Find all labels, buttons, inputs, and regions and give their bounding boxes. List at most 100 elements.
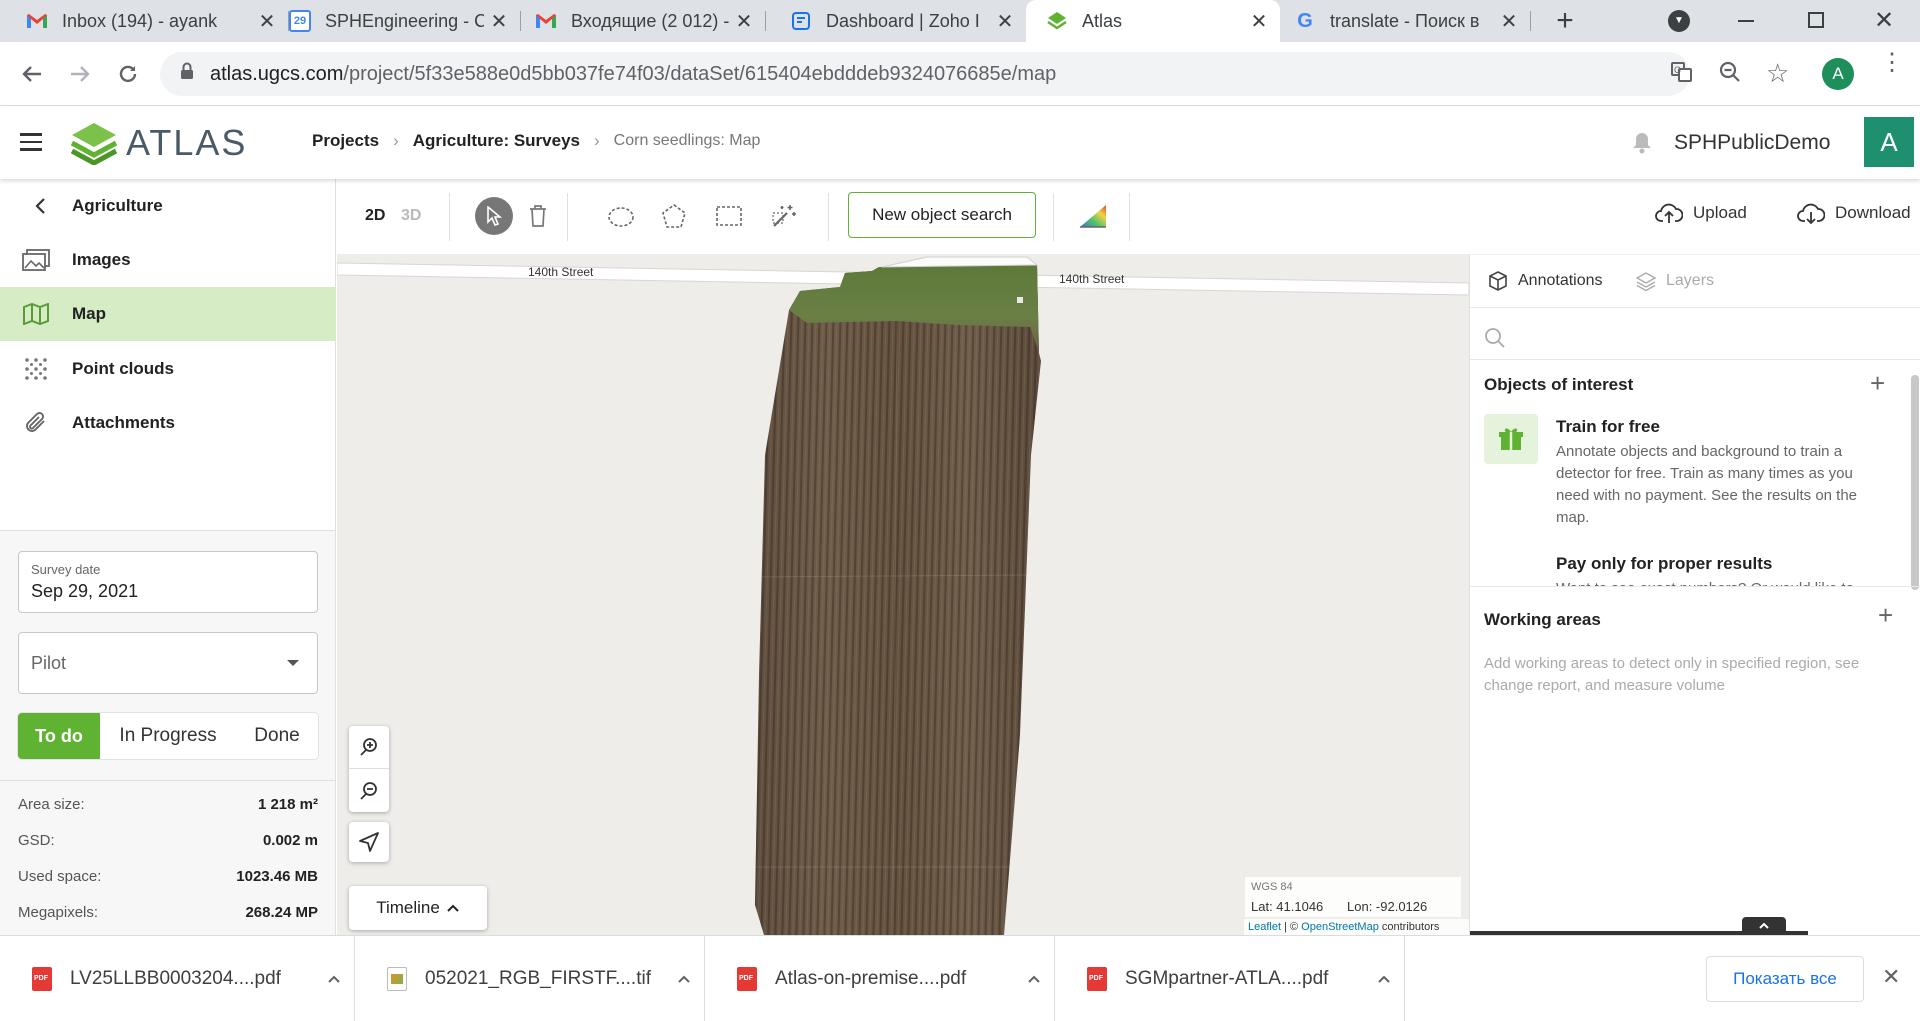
download-item[interactable]: PDF LV25LLBB0003204....pdf xyxy=(0,936,355,1021)
paperclip-icon xyxy=(0,410,72,436)
close-tab-icon[interactable]: ✕ xyxy=(484,9,514,34)
translate-page-icon[interactable]: G xyxy=(1670,60,1694,89)
pilot-select[interactable]: Pilot xyxy=(18,632,318,694)
add-object-plus-icon[interactable]: + xyxy=(1870,368,1885,399)
divider xyxy=(1470,307,1920,308)
chevron-up-icon[interactable] xyxy=(664,968,704,990)
toolbar-divider xyxy=(567,193,568,241)
pdf-file-icon: PDF xyxy=(1087,966,1107,991)
browser-tab-calendar[interactable]: 29 SPHEngineering - C ✕ xyxy=(289,0,520,42)
layers-icon xyxy=(1636,272,1656,291)
close-tab-icon[interactable]: ✕ xyxy=(252,9,282,34)
restore-window-icon[interactable] xyxy=(1808,12,1824,28)
search-icon[interactable] xyxy=(1484,327,1506,354)
tab-search-chevron-icon[interactable]: ▼ xyxy=(1668,10,1690,32)
stat-area-size: Area size: 1 218 m² xyxy=(18,796,318,813)
toolbar-divider xyxy=(828,193,829,241)
account-name[interactable]: SPHPublicDemo xyxy=(1674,131,1830,155)
sidebar-item-map[interactable]: Map xyxy=(0,287,336,341)
atlas-icon xyxy=(1046,10,1068,32)
download-label: Download xyxy=(1835,203,1911,222)
zoom-in-icon[interactable] xyxy=(349,726,389,769)
bell-icon[interactable] xyxy=(1632,131,1652,160)
leaflet-link[interactable]: Leaflet xyxy=(1248,921,1281,933)
upload-button[interactable]: Upload xyxy=(1655,201,1747,225)
cloud-download-icon xyxy=(1797,203,1825,225)
select-pointer-icon[interactable] xyxy=(475,197,513,235)
status-todo-button[interactable]: To do xyxy=(18,713,100,759)
panel-scrollbar[interactable] xyxy=(1911,375,1919,590)
stat-label: GSD: xyxy=(18,832,55,849)
close-tab-icon[interactable]: ✕ xyxy=(1494,9,1524,34)
tab-annotations[interactable]: Annotations xyxy=(1488,271,1603,291)
status-in-progress-button[interactable]: In Progress xyxy=(100,713,236,759)
browser-tab-gmail-inbox-ru[interactable]: Входящие (2 012) - ✕ xyxy=(521,0,765,42)
browser-tab-gmail-inbox[interactable]: Inbox (194) - ayank ✕ xyxy=(0,0,288,42)
close-window-icon[interactable]: ✕ xyxy=(1874,6,1894,35)
timeline-button[interactable]: Timeline xyxy=(349,886,487,930)
mode-2d-button[interactable]: 2D xyxy=(365,207,385,225)
sidebar-item-point-clouds[interactable]: Point clouds xyxy=(0,342,336,396)
zoom-out-page-icon[interactable] xyxy=(1718,60,1742,89)
openstreetmap-link[interactable]: OpenStreetMap xyxy=(1301,921,1379,933)
chevron-up-icon[interactable] xyxy=(1364,968,1404,990)
tab-layers[interactable]: Layers xyxy=(1636,271,1714,291)
close-downloads-icon[interactable]: ✕ xyxy=(1882,964,1900,990)
locate-navigation-icon[interactable] xyxy=(349,822,389,862)
drawer-chevron-up-icon[interactable] xyxy=(1742,917,1786,935)
reload-icon[interactable] xyxy=(110,56,146,92)
close-tab-icon[interactable]: ✕ xyxy=(729,9,759,34)
add-working-area-plus-icon[interactable]: + xyxy=(1878,600,1893,631)
back-arrow-icon[interactable] xyxy=(14,56,50,92)
tab-title: translate - Поиск в xyxy=(1330,10,1480,31)
status-done-button[interactable]: Done xyxy=(236,713,318,759)
ellipse-tool-icon[interactable] xyxy=(607,205,635,234)
atlas-logo[interactable]: ATLAS xyxy=(70,121,247,165)
rectangle-tool-icon[interactable] xyxy=(715,205,743,232)
minimize-window-icon[interactable] xyxy=(1738,20,1754,22)
polygon-tool-icon[interactable] xyxy=(661,203,687,234)
download-button[interactable]: Download xyxy=(1797,201,1911,225)
chevron-up-icon[interactable] xyxy=(314,968,354,990)
download-item[interactable]: PDF SGMpartner-ATLA....pdf xyxy=(1055,936,1405,1021)
profile-avatar[interactable]: A xyxy=(1822,58,1854,90)
sidebar-item-attachments[interactable]: Attachments xyxy=(0,396,336,450)
left-sidebar: Agriculture Images Map Point clouds Atta… xyxy=(0,179,336,935)
hamburger-menu-icon[interactable] xyxy=(20,133,42,151)
chevron-up-icon[interactable] xyxy=(1014,968,1054,990)
browser-tab-atlas[interactable]: Atlas ✕ xyxy=(1026,0,1280,42)
show-all-downloads-button[interactable]: Показать все xyxy=(1706,956,1864,1002)
forward-arrow-icon[interactable] xyxy=(62,56,98,92)
elevation-gradient-icon[interactable] xyxy=(1079,201,1107,234)
svg-text:G: G xyxy=(1674,65,1681,75)
new-object-search-button[interactable]: New object search xyxy=(848,192,1036,238)
download-item[interactable]: PDF Atlas-on-premise....pdf xyxy=(705,936,1055,1021)
browser-tab-google-translate[interactable]: G translate - Поиск в ✕ xyxy=(1280,0,1530,42)
trash-icon[interactable] xyxy=(529,205,547,232)
new-tab-plus-icon[interactable]: + xyxy=(1548,6,1582,36)
download-filename: 052021_RGB_FIRSTF....tif xyxy=(425,967,651,989)
close-tab-icon[interactable]: ✕ xyxy=(990,9,1020,34)
survey-date-field[interactable]: Survey date Sep 29, 2021 xyxy=(18,551,318,613)
map-canvas[interactable]: 140th Street 140th Street Timeline WGS 8… xyxy=(337,255,1469,935)
download-item[interactable]: 052021_RGB_FIRSTF....tif xyxy=(355,936,705,1021)
bookmark-star-icon[interactable]: ☆ xyxy=(1766,58,1789,89)
close-tab-icon[interactable]: ✕ xyxy=(1244,9,1274,34)
sidebar-item-images[interactable]: Images xyxy=(0,233,336,287)
sidebar-back-agriculture[interactable]: Agriculture xyxy=(0,179,336,233)
breadcrumb-agriculture-surveys[interactable]: Agriculture: Surveys xyxy=(413,131,580,151)
point-cloud-icon xyxy=(0,357,72,381)
objects-of-interest-title: Objects of interest xyxy=(1484,375,1634,394)
map-toolbar: 2D 3D New object search Upload Download xyxy=(337,179,1920,255)
zoom-out-icon[interactable] xyxy=(349,769,389,812)
stat-label: Megapixels: xyxy=(18,904,99,921)
browser-tab-zoho[interactable]: Dashboard | Zoho I ✕ xyxy=(766,0,1026,42)
mode-3d-button[interactable]: 3D xyxy=(401,207,421,225)
download-filename: SGMpartner-ATLA....pdf xyxy=(1125,967,1329,989)
download-filename: LV25LLBB0003204....pdf xyxy=(70,967,281,989)
address-bar[interactable]: atlas.ugcs.com/project/5f33e588e0d5bb037… xyxy=(160,52,1690,96)
breadcrumb-projects[interactable]: Projects xyxy=(312,131,379,151)
browser-menu-icon[interactable]: ⋮ xyxy=(1880,51,1904,75)
magic-wand-icon[interactable] xyxy=(771,203,797,234)
user-avatar[interactable]: A xyxy=(1864,117,1914,167)
